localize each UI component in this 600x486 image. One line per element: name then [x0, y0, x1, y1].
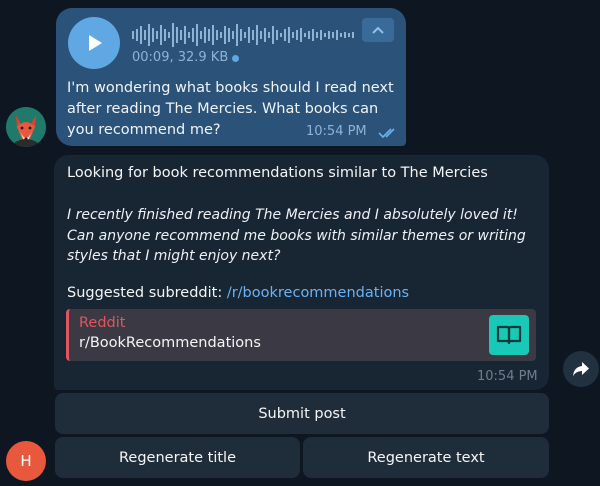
fox-avatar-icon — [6, 107, 46, 147]
unplayed-dot — [232, 55, 239, 62]
book-icon — [496, 325, 522, 345]
submit-post-button[interactable]: Submit post — [55, 393, 549, 434]
link-preview[interactable]: Reddit r/BookRecommendations — [66, 309, 536, 361]
play-button[interactable] — [68, 17, 120, 69]
voice-message-bubble: 00:09, 32.9 KB I'm wondering what books … — [56, 8, 406, 146]
post-body: I recently finished reading The Mercies … — [67, 207, 526, 264]
play-icon — [89, 35, 102, 51]
regenerate-title-button[interactable]: Regenerate title — [55, 437, 300, 478]
regenerate-text-button[interactable]: Regenerate text — [303, 437, 549, 478]
message-time: 10:54 PM — [477, 369, 538, 384]
chevron-up-icon — [372, 26, 384, 34]
voice-waveform[interactable] — [132, 22, 354, 48]
share-arrow-icon — [573, 362, 589, 376]
preview-site-name: Reddit — [79, 315, 126, 331]
preview-title: r/BookRecommendations — [79, 335, 261, 351]
suggested-subreddit: Suggested subreddit: /r/bookrecommendati… — [67, 285, 409, 301]
voice-duration-size: 00:09, 32.9 KB — [132, 50, 229, 65]
double-check-icon — [378, 128, 395, 139]
bot-avatar[interactable] — [6, 107, 46, 147]
post-title: Looking for book recommendations similar… — [67, 165, 488, 181]
bot-message-bubble: Looking for book recommendations similar… — [54, 155, 549, 390]
subreddit-link[interactable]: /r/bookrecommendations — [227, 285, 409, 301]
forward-button[interactable] — [563, 351, 599, 387]
collapse-button[interactable] — [362, 18, 394, 42]
user-avatar[interactable]: H — [6, 441, 46, 481]
subreddit-label: Suggested subreddit: — [67, 285, 227, 301]
message-time: 10:54 PM — [306, 124, 367, 139]
preview-thumbnail — [489, 315, 529, 355]
